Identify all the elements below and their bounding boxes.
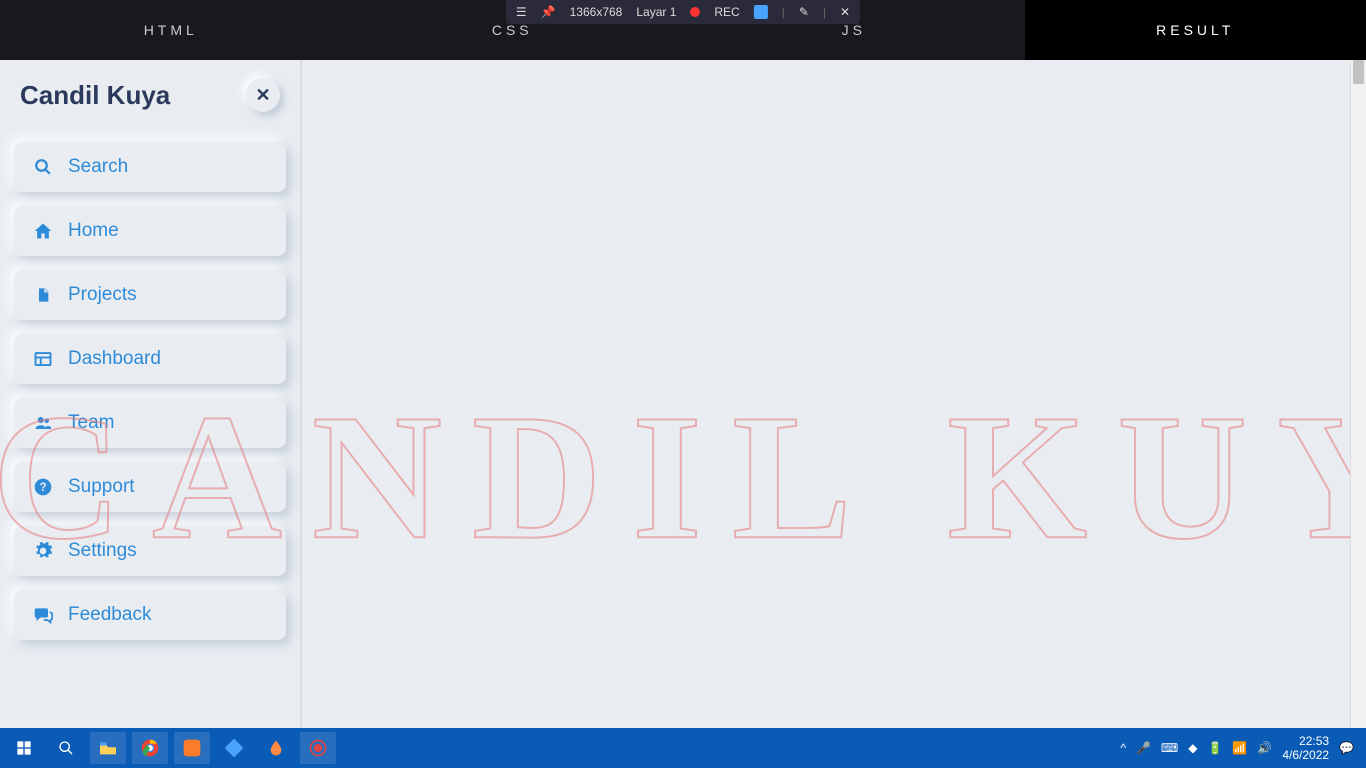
separator: | bbox=[823, 5, 826, 19]
sidebar-item-feedback[interactable]: Feedback bbox=[14, 590, 286, 640]
sidebar-item-support[interactable]: ? Support bbox=[14, 462, 286, 512]
sidebar-item-team[interactable]: Team bbox=[14, 398, 286, 448]
start-button[interactable] bbox=[6, 732, 42, 764]
taskbar-app-recorder[interactable] bbox=[300, 732, 336, 764]
taskbar-app-xampp[interactable] bbox=[174, 732, 210, 764]
file-icon bbox=[32, 284, 54, 306]
taskbar-clock[interactable]: 22:53 4/6/2022 bbox=[1282, 734, 1329, 763]
tab-result[interactable]: RESULT bbox=[1025, 0, 1366, 60]
tray-app-icon[interactable]: ◆ bbox=[1188, 741, 1197, 755]
clock-date: 4/6/2022 bbox=[1282, 748, 1329, 762]
taskbar-app-generic1[interactable] bbox=[216, 732, 252, 764]
sidebar-item-label: Projects bbox=[68, 284, 137, 306]
home-icon bbox=[32, 220, 54, 242]
tray-keyboard-icon[interactable]: ⌨ bbox=[1161, 741, 1178, 755]
menu-icon[interactable]: ☰ bbox=[516, 5, 527, 19]
sidebar-item-label: Home bbox=[68, 220, 119, 242]
layer-label: Layar 1 bbox=[636, 5, 676, 19]
tray-notifications-icon[interactable]: 💬 bbox=[1339, 741, 1354, 755]
chat-icon bbox=[32, 604, 54, 626]
vertical-scrollbar[interactable] bbox=[1350, 60, 1366, 728]
sidebar-item-dashboard[interactable]: Dashboard bbox=[14, 334, 286, 384]
sidebar-item-home[interactable]: Home bbox=[14, 206, 286, 256]
sidebar-header: Candil Kuya ✕ bbox=[14, 78, 286, 112]
sidebar-close-button[interactable]: ✕ bbox=[246, 78, 280, 112]
tray-volume-icon[interactable]: 🔊 bbox=[1257, 741, 1272, 755]
sidebar-item-label: Dashboard bbox=[68, 348, 161, 370]
record-dot-icon bbox=[690, 7, 700, 17]
scrollbar-thumb[interactable] bbox=[1353, 60, 1364, 84]
resolution-label: 1366x768 bbox=[570, 5, 623, 19]
taskbar-app-paint[interactable] bbox=[258, 732, 294, 764]
rec-label: REC bbox=[714, 5, 739, 19]
screen-recorder-bar: ☰ 📌 1366x768 Layar 1 REC | ✎ | ✕ bbox=[506, 0, 860, 24]
sidebar-item-label: Feedback bbox=[68, 604, 151, 626]
stop-icon[interactable] bbox=[754, 5, 768, 19]
taskbar-app-chrome[interactable] bbox=[132, 732, 168, 764]
support-icon: ? bbox=[32, 476, 54, 498]
tray-chevron-icon[interactable]: ^ bbox=[1120, 741, 1126, 755]
close-icon: ✕ bbox=[255, 85, 270, 106]
sidebar-item-search[interactable]: Search bbox=[14, 142, 286, 192]
result-preview-area: Candil Kuya ✕ Search Home Projects bbox=[0, 60, 1366, 768]
tray-battery-icon[interactable]: 🔋 bbox=[1207, 741, 1222, 755]
windows-taskbar: ^ 🎤 ⌨ ◆ 🔋 📶 🔊 22:53 4/6/2022 💬 bbox=[0, 728, 1366, 768]
gear-icon bbox=[32, 540, 54, 562]
search-icon bbox=[32, 156, 54, 178]
svg-text:?: ? bbox=[39, 481, 46, 494]
sidebar-item-label: Team bbox=[68, 412, 114, 434]
clock-time: 22:53 bbox=[1282, 734, 1329, 748]
sidebar: Candil Kuya ✕ Search Home Projects bbox=[0, 60, 300, 728]
taskbar-app-explorer[interactable] bbox=[90, 732, 126, 764]
edit-icon[interactable]: ✎ bbox=[799, 5, 809, 19]
system-tray: ^ 🎤 ⌨ ◆ 🔋 📶 🔊 22:53 4/6/2022 💬 bbox=[1120, 734, 1360, 763]
sidebar-item-projects[interactable]: Projects bbox=[14, 270, 286, 320]
sidebar-item-label: Search bbox=[68, 156, 128, 178]
pin-icon[interactable]: 📌 bbox=[541, 5, 556, 19]
dashboard-icon bbox=[32, 348, 54, 370]
tray-wifi-icon[interactable]: 📶 bbox=[1232, 741, 1247, 755]
tab-html[interactable]: HTML bbox=[0, 0, 342, 60]
tray-mic-icon[interactable]: 🎤 bbox=[1136, 741, 1151, 755]
brand-title: Candil Kuya bbox=[20, 80, 170, 111]
sidebar-item-label: Support bbox=[68, 476, 135, 498]
search-taskbar-icon[interactable] bbox=[48, 732, 84, 764]
sidebar-item-label: Settings bbox=[68, 540, 137, 562]
team-icon bbox=[32, 412, 54, 434]
close-recorder-icon[interactable]: ✕ bbox=[840, 5, 850, 19]
separator: | bbox=[782, 5, 785, 19]
main-content: CANDIL KUYA bbox=[300, 60, 1366, 728]
sidebar-item-settings[interactable]: Settings bbox=[14, 526, 286, 576]
